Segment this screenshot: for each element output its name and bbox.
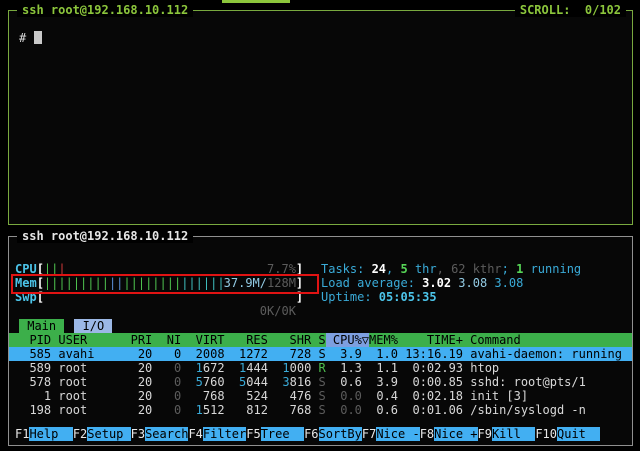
fkey-f5[interactable]: F5Tree [246,427,304,441]
bottom-pane-title: ssh root@192.168.10.112 [17,229,193,243]
top-terminal-pane[interactable]: ssh root@192.168.10.112 SCROLL: 0/102 # [8,10,633,225]
process-table: 585 avahi 20 0 2008 1272 728 S 3.9 1.0 1… [9,347,632,417]
process-row[interactable]: 578 root 20 0 5760 5044 3816 S 0.6 3.9 0… [9,375,632,389]
fkey-f7[interactable]: F7Nice - [362,427,420,441]
sort-column-cpu[interactable]: CPU%▽ [326,333,369,347]
fkey-f1[interactable]: F1Help [15,427,73,441]
table-header[interactable]: PID USER PRI NI VIRT RES SHR S CPU%▽MEM%… [9,333,632,347]
process-row[interactable]: 585 avahi 20 0 2008 1272 728 S 3.9 1.0 1… [9,347,632,361]
load-average: Load average: 3.02 3.08 3.08 [321,276,523,290]
screen-edge-artifact [222,0,290,3]
fkey-bar: F1Help F2Setup F3SearchF4FilterF5Tree F6… [9,427,632,441]
process-row[interactable]: 198 root 20 0 1512 812 768 S 0.0 0.6 0:0… [9,403,632,417]
fkey-f2[interactable]: F2Setup [73,427,131,441]
fkey-f10[interactable]: F10Quit [535,427,600,441]
mem-annotation-box [11,274,319,294]
tab-io[interactable]: I/O [74,319,112,333]
uptime: Uptime: 05:05:35 [321,290,437,304]
htop-tab-bar: Main I/O [19,319,112,333]
shell-prompt: # [19,31,26,45]
fkey-f9[interactable]: F9Kill [478,427,536,441]
process-row[interactable]: 589 root 20 0 1672 1444 1000 R 1.3 1.1 0… [9,361,632,375]
top-pane-title: ssh root@192.168.10.112 [17,3,193,17]
process-row[interactable]: 1 root 20 0 768 524 476 S 0.0 0.4 0:02.1… [9,389,632,403]
bottom-terminal-pane[interactable]: ssh root@192.168.10.112 CPU[|||7.7%] Mem… [8,236,633,446]
scroll-indicator: SCROLL: 0/102 [515,3,626,17]
fkey-f3[interactable]: F3Search [131,427,189,441]
fkey-f8[interactable]: F8Nice + [420,427,478,441]
tab-main[interactable]: Main [19,319,64,333]
terminal-cursor [34,31,42,44]
fkey-f4[interactable]: F4Filter [188,427,246,441]
tasks-summary: Tasks: 24, 5 thr, 62 kthr; 1 running [321,262,581,276]
fkey-f6[interactable]: F6SortBy [304,427,362,441]
